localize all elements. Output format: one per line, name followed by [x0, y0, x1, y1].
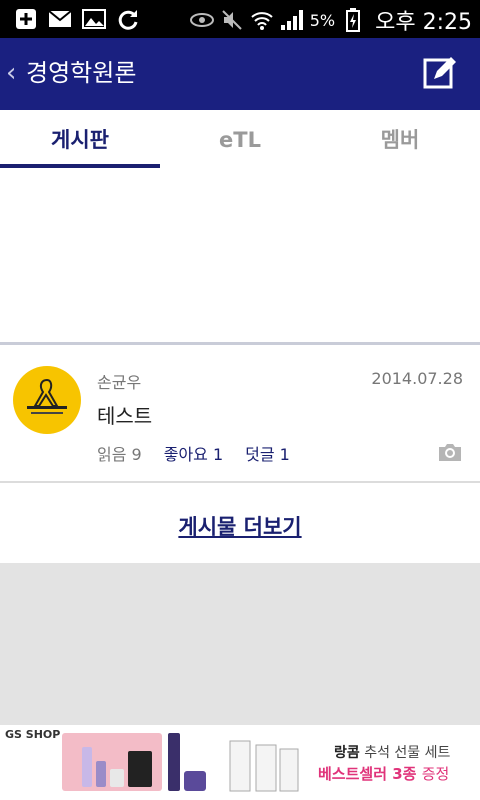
- tab-board-label: 게시판: [51, 128, 109, 152]
- comment-count[interactable]: 덧글 1: [245, 441, 290, 465]
- status-bar: 5% 오후 2:25: [0, 0, 480, 38]
- tab-etl[interactable]: eTL: [160, 110, 320, 168]
- eye-icon: [189, 8, 214, 32]
- avatar: [13, 366, 81, 434]
- signal-icon: [280, 8, 304, 32]
- edit-icon[interactable]: [422, 55, 458, 91]
- ad-headline: 랑콤 추석 선물 세트: [334, 742, 450, 762]
- ad-product-image: [62, 733, 162, 791]
- post-date: 2014.07.28: [371, 369, 463, 388]
- read-count: 읽음 9: [97, 445, 142, 464]
- tab-etl-label: eTL: [219, 128, 261, 152]
- ad-promo-suffix: 증정: [421, 765, 450, 783]
- ad-promo: 베스트셀러 3종 증정: [318, 763, 449, 784]
- more-posts-row: 게시물 더보기: [0, 483, 480, 563]
- empty-area: [0, 563, 480, 725]
- tab-bar: 게시판 eTL 멤버: [0, 110, 480, 168]
- mute-icon: [220, 8, 244, 32]
- tab-members[interactable]: 멤버: [320, 110, 480, 168]
- page-title[interactable]: 경영학원론: [26, 58, 136, 88]
- notice-area: [0, 168, 480, 342]
- sync-icon: [116, 7, 140, 31]
- post-meta: 읽음 9 좋아요 1 덧글 1: [97, 441, 290, 465]
- post-title[interactable]: 테스트: [97, 400, 152, 429]
- post-item[interactable]: 손균우 2014.07.28 테스트 읽음 9 좋아요 1 덧글 1: [0, 345, 480, 481]
- tab-board[interactable]: 게시판: [0, 110, 160, 168]
- ad-headline-text: 추석 선물 세트: [364, 745, 451, 761]
- plus-box-icon: [14, 7, 38, 31]
- battery-charging-icon: [341, 8, 365, 32]
- like-count[interactable]: 좋아요 1: [164, 441, 223, 465]
- ad-promo-main: 베스트셀러 3종: [318, 765, 417, 783]
- ad-banner[interactable]: GS SHOP 랑콤 추석 선물 세트 베스트셀러 3종 증정: [0, 725, 480, 800]
- battery-percent: 5%: [309, 10, 336, 30]
- more-posts-link[interactable]: 게시물 더보기: [178, 511, 301, 541]
- ad-brand: GS SHOP: [5, 728, 61, 741]
- tab-members-label: 멤버: [380, 128, 420, 152]
- ad-products-icon: [168, 733, 299, 792]
- status-clock: 오후 2:25: [375, 10, 472, 35]
- mail-icon: [48, 7, 72, 31]
- image-icon: [82, 7, 106, 31]
- wifi-icon: [250, 8, 274, 32]
- ad-headline-brand: 랑콤: [334, 745, 360, 761]
- post-author: 손균우: [97, 373, 142, 392]
- chevron-left-icon[interactable]: ‹: [6, 58, 16, 88]
- camera-icon: [437, 442, 463, 462]
- app-bar: ‹ 경영학원론: [0, 38, 480, 110]
